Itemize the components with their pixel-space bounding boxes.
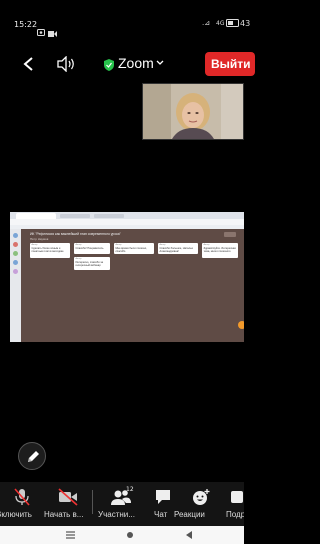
back-icon[interactable] [22, 56, 36, 72]
card-text: Мне время было полезно, спасибо [115, 247, 147, 254]
participant-video-thumbnail[interactable] [142, 83, 244, 140]
browser-tab [94, 214, 124, 218]
home-icon[interactable] [127, 532, 133, 538]
leave-button[interactable]: Выйти [205, 52, 255, 76]
system-navigation-bar [0, 526, 244, 544]
toolbar-label-audio: Включить [0, 510, 32, 519]
wifi-icon: .⊿ [202, 19, 211, 27]
toolbar-item-reactions[interactable]: Реакции [174, 482, 220, 526]
toolbar-item-participants[interactable]: 12 Участни... [96, 482, 144, 526]
shared-screen[interactable]: ИК "Рефлексия как важнейший этап совреме… [10, 212, 244, 342]
board-card: Автор Спасибо большое, Наталья Александр… [158, 243, 198, 254]
board-card: Автор Мне время было полезно, спасибо [114, 243, 154, 254]
video-record-icon [48, 22, 57, 41]
sidebar-app-icon [13, 233, 18, 238]
more-icon [231, 491, 243, 503]
board-subtitle: Пётр Наумов [30, 237, 49, 241]
toolbar-divider [92, 490, 93, 514]
toolbar-item-video[interactable]: Начать в... [44, 482, 92, 526]
sidebar-app-icon [13, 260, 18, 265]
toolbar-label-reactions: Реакции [174, 510, 205, 519]
video-off-icon [58, 488, 78, 506]
notification-icon [37, 21, 45, 40]
shield-icon[interactable] [104, 59, 114, 71]
annotate-button[interactable] [18, 442, 46, 470]
board-card: Автор Здравствуйте. Интересная тема, мно… [202, 243, 238, 258]
toolbar-label-participants: Участни... [98, 510, 135, 519]
recent-apps-icon[interactable] [66, 531, 75, 539]
board-title: ИК "Рефлексия как важнейший этап совреме… [30, 232, 121, 236]
toolbar-item-audio[interactable]: Включить [0, 482, 44, 526]
reactions-icon [193, 489, 210, 505]
toolbar-label-more: Подр [226, 510, 244, 519]
card-text: Интересно, спасибо за интересный вебинар [75, 261, 104, 268]
board-card: Автор Сделать более ясным и понятным эта… [30, 243, 70, 258]
orange-fab-icon [238, 321, 244, 329]
participants-count-badge: 12 [126, 486, 134, 493]
chevron-down-icon[interactable] [156, 59, 164, 67]
sidebar-app-icon [13, 269, 18, 274]
meeting-header: Zoom Выйти [0, 48, 255, 82]
participant-video-frame [143, 84, 243, 139]
speaker-icon[interactable] [56, 56, 76, 72]
meeting-title[interactable]: Zoom [118, 55, 154, 71]
sidebar-app-icon [13, 242, 18, 247]
chat-icon [156, 490, 170, 504]
battery-icon [226, 19, 239, 27]
card-text: Спасибо большое, Наталья Александровна! [159, 247, 193, 254]
left-app-sidebar [10, 229, 21, 342]
card-text: Здравствуйте. Интересная тема, много пол… [203, 247, 236, 254]
toolbar-item-more[interactable]: Подр [222, 482, 244, 526]
signal-label: 4G [216, 20, 225, 27]
status-time: 15:22 [14, 20, 38, 29]
card-text: Спасибо! Понравилось [75, 247, 104, 251]
card-text: Сделать более ясным и понятным этап в ме… [31, 247, 64, 254]
meeting-toolbar: Включить Начать в... 12 Участни... Чат [0, 482, 244, 526]
pencil-icon [28, 451, 39, 462]
battery-percent: 43 [240, 19, 251, 28]
system-back-icon[interactable] [185, 531, 193, 539]
board-card: Автор Интересно, спасибо за интересный в… [74, 257, 110, 270]
board-add-button [224, 232, 236, 237]
status-bar: 15:22 .⊿ 4G 43 [0, 0, 250, 37]
board-card: Автор Спасибо! Понравилось [74, 243, 110, 254]
toolbar-item-chat[interactable]: Чат [148, 482, 178, 526]
toolbar-label-video: Начать в... [44, 510, 84, 519]
toolbar-label-chat: Чат [154, 510, 168, 519]
browser-tab-bar [10, 212, 244, 219]
sidebar-app-icon [13, 251, 18, 256]
browser-tab [60, 214, 90, 218]
mic-off-icon [14, 488, 30, 506]
